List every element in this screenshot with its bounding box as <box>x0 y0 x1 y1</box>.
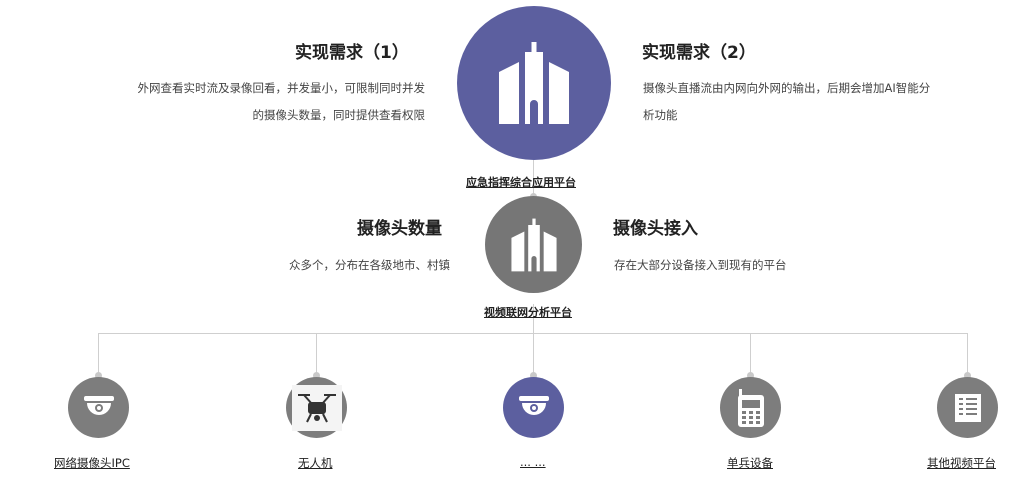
video-network-platform-label[interactable]: 视频联网分析平台 <box>484 304 572 320</box>
building-icon <box>510 218 557 271</box>
building-icon <box>499 42 569 124</box>
device-other-platform-label[interactable]: 其他视频平台 <box>927 455 996 471</box>
dome-camera-icon <box>83 395 114 415</box>
camera-count-desc: 众多个，分布在各级地市、村镇 <box>289 258 450 272</box>
connector-device-4 <box>750 333 751 375</box>
emergency-platform-label[interactable]: 应急指挥综合应用平台 <box>466 174 576 190</box>
camera-access-title: 摄像头接入 <box>613 219 698 239</box>
device-ipc-label[interactable]: 网络摄像头IPC <box>54 455 130 471</box>
device-more-label[interactable]: ... ... <box>520 455 546 469</box>
device-other-platform-circle[interactable] <box>937 377 998 438</box>
connector-device-3 <box>533 333 534 375</box>
requirement-2-desc: 摄像头直播流由内网向外网的输出，后期会增加AI智能分 析功能 <box>643 75 1003 129</box>
requirement-1-title: 实现需求（1） <box>295 43 409 63</box>
camera-access-desc: 存在大部分设备接入到现有的平台 <box>614 258 787 272</box>
requirement-1-desc-line2: 的摄像头数量，同时提供查看权限 <box>252 108 426 122</box>
requirement-2-title: 实现需求（2） <box>642 43 756 63</box>
video-network-platform-circle[interactable] <box>485 196 582 293</box>
requirement-1-desc-line1: 外网查看实时流及录像回看，并发量小，可限制同时并发 <box>137 81 426 95</box>
device-drone-label[interactable]: 无人机 <box>298 455 333 471</box>
requirement-2-desc-line2: 析功能 <box>643 108 678 122</box>
dome-camera-icon <box>518 395 549 415</box>
connector-device-2 <box>316 333 317 375</box>
emergency-platform-circle[interactable] <box>457 6 611 160</box>
walkie-talkie-icon <box>737 388 764 427</box>
device-drone-circle[interactable] <box>286 377 347 438</box>
connector-device-1 <box>98 333 99 375</box>
device-individual-label[interactable]: 单兵设备 <box>727 455 773 471</box>
connector-device-5 <box>967 333 968 375</box>
camera-count-title: 摄像头数量 <box>357 219 442 239</box>
requirement-1-desc: 外网查看实时流及录像回看，并发量小，可限制同时并发 的摄像头数量，同时提供查看权… <box>60 75 426 129</box>
device-individual-circle[interactable] <box>720 377 781 438</box>
drone-icon <box>297 393 336 422</box>
drone-photo-frame <box>291 384 342 431</box>
device-more-circle[interactable] <box>503 377 564 438</box>
requirement-2-desc-line1: 摄像头直播流由内网向外网的输出，后期会增加AI智能分 <box>643 81 931 95</box>
device-ipc-circle[interactable] <box>68 377 129 438</box>
list-panel-icon <box>954 393 981 422</box>
